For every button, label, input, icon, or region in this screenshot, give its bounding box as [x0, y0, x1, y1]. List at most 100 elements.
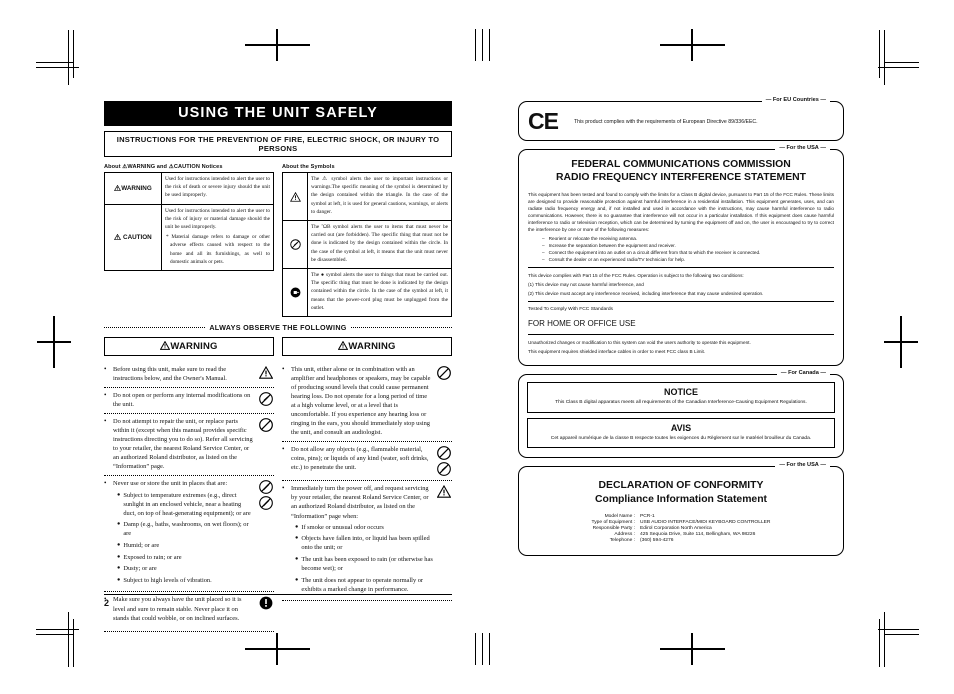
warning-triangle-icon: [437, 485, 451, 499]
list-item-icons: [258, 391, 274, 406]
eu-panel-tag: — For EU Countries —: [761, 97, 830, 103]
canada-panel-tag-text: For Canada: [788, 369, 819, 376]
sub-list-item-text: Humid; or are: [123, 542, 160, 550]
right-column: — For EU Countries — CE This product com…: [518, 97, 844, 564]
warning-triangle-icon: [259, 365, 273, 379]
sub-list-item: ● If smoke or unusual odor occurs: [295, 523, 433, 532]
sub-bullet: ●: [117, 576, 121, 583]
warning-heading-right-text: WARNING: [348, 340, 396, 352]
no-water-icon: [259, 496, 273, 511]
fcc-tested-text: Tested To Comply With FCC Standards: [528, 307, 613, 313]
list-item: • Before using this unit, make sure to r…: [104, 362, 274, 388]
crop-mark-bottom-right-h1: [884, 634, 919, 635]
fcc-panel: — For the USA — FEDERAL COMMUNICATIONS C…: [518, 145, 844, 366]
fcc-condition-1: (1) This device may not cause harmful in…: [528, 282, 644, 288]
registration-cross-bottom-h: [245, 648, 310, 650]
spine-mark-bottom-1: [475, 633, 477, 665]
ce-row: CE This product complies with the requir…: [528, 108, 834, 134]
table-row: The ὪB symbol alerts the user to items t…: [282, 220, 452, 270]
prohibited-disassemble-icon: [282, 220, 308, 270]
crop-mark-top-left-v2: [73, 30, 74, 78]
fcc-title: FEDERAL COMMUNICATIONS COMMISSION RADIO …: [528, 158, 834, 185]
list-item: • Do not allow any objects (e.g., flamma…: [282, 442, 452, 482]
list-item-icons: [258, 365, 274, 379]
sub-list-item-text: Subject to temperature extremes (e.g., d…: [123, 491, 251, 517]
registration-cross-bottomright-v: [691, 633, 693, 665]
crop-mark-bottom-left-v2: [73, 619, 74, 667]
about-notices-column: About ⚠WARNING and ⚠CAUTION Notices WARN…: [104, 164, 274, 317]
sub-bullet: ●: [117, 553, 121, 560]
warning-heading-left: WARNING: [104, 337, 274, 356]
crop-mark-bottom-right-v1: [884, 612, 885, 667]
warning-triangle-icon: [114, 233, 122, 241]
list-item: • This unit, either alone or in combinat…: [282, 362, 452, 443]
crop-mark-bottom-right-v2: [879, 619, 880, 667]
warning-list-left: • Before using this unit, make sure to r…: [104, 362, 274, 627]
list-end-divider: [104, 630, 274, 632]
list-item-text: Do not attempt to repair the unit, or re…: [113, 417, 253, 471]
list-item-icons: [436, 484, 452, 499]
warning-triangle-icon: [338, 340, 349, 352]
conformity-title-line1: DECLARATION OF CONFORMITY: [598, 480, 764, 492]
canada-notice-box: NOTICE This Class B digital apparatus me…: [527, 381, 835, 413]
eu-panel-tag-text: For EU Countries: [772, 97, 819, 103]
canada-avis-box: AVIS Cet appareil numérique de la classe…: [527, 417, 835, 449]
canada-panel-tag: — For Canada —: [776, 369, 830, 376]
fcc-unauthorized-1: Unauthorized changes or modification to …: [528, 339, 751, 345]
crop-mark-bottom-left-h1: [36, 634, 73, 635]
canada-avis-heading: AVIS: [670, 422, 692, 433]
sub-list-item: ● The unit does not appear to operate nor…: [295, 576, 433, 594]
list-bullet: •: [104, 390, 107, 399]
sub-bullet: ●: [117, 491, 121, 498]
manual-page: USING THE UNIT SAFELY INSTRUCTIONS FOR T…: [0, 0, 954, 694]
prohibited-icon: [437, 365, 451, 380]
conformity-value: 425 Sequoia Drive, Suite 114, Bellingham…: [640, 531, 756, 537]
registration-cross-bottomright-h: [660, 648, 725, 650]
list-bullet: •: [104, 479, 107, 488]
about-symbols-heading: About the Symbols: [282, 164, 335, 170]
table-row: Type of Equipment : USB AUDIO INTERFACE/…: [592, 519, 771, 525]
conformity-title: DECLARATION OF CONFORMITY Compliance Inf…: [528, 479, 834, 506]
crop-mark-bottom-left-v1: [68, 612, 69, 667]
crop-mark-top-right-h1: [884, 62, 919, 63]
symbols-table: The ⚠ symbol alerts the user to importan…: [282, 171, 452, 318]
sub-list: ● Subject to temperature extremes (e.g., …: [113, 491, 255, 585]
symbol-desc-unplug-text: The ● symbol alerts the user to things t…: [311, 272, 448, 311]
crop-mark-top-left-v1: [68, 30, 69, 85]
table-row: Address : 425 Sequoia Drive, Suite 114, …: [592, 531, 771, 537]
list-item-icons: [258, 479, 274, 511]
eu-countries-panel: — For EU Countries — CE This product com…: [518, 97, 844, 141]
warning-heading-right: WARNING: [282, 337, 452, 356]
warning-triangle-icon: [282, 171, 308, 222]
list-item-text: Consult the dealer or an experienced rad…: [548, 257, 686, 263]
list-bullet: •: [282, 445, 285, 454]
page-title: USING THE UNIT SAFELY: [104, 101, 452, 126]
sub-list-item: ● Damp (e.g., baths, washrooms, on wet fl…: [117, 520, 255, 538]
sub-list-item: ● Dusty; or are: [117, 564, 255, 573]
sub-list-item-text: Damp (e.g., baths, washrooms, on wet flo…: [123, 521, 249, 538]
sub-bullet: ●: [117, 521, 121, 528]
prohibited-icon: [437, 446, 451, 461]
instructions-bar: INSTRUCTIONS FOR THE PREVENTION OF FIRE,…: [104, 131, 452, 157]
sub-bullet: ●: [295, 523, 299, 530]
table-row: CAUTION Used for instructions intended t…: [104, 203, 274, 272]
dash-bullet: –: [542, 257, 545, 263]
spine-mark-bottom-2: [482, 633, 484, 665]
dash-bullet: –: [542, 250, 545, 255]
list-bullet: •: [282, 484, 285, 493]
sub-list-item-text: If smoke or unusual odor occurs: [301, 523, 384, 531]
no-disassemble-icon: [259, 391, 273, 406]
conformity-key: Type of Equipment :: [591, 519, 636, 525]
list-item: • Make sure you always have the unit pla…: [104, 592, 274, 626]
sub-list-item: ● Subject to temperature extremes (e.g., …: [117, 491, 255, 518]
fcc-panel-tag-text: For the USA: [786, 145, 819, 151]
list-item-icons: [436, 365, 452, 380]
sub-bullet: ●: [295, 576, 299, 583]
must-do-icon: [259, 596, 273, 610]
registration-cross-topright-v: [691, 29, 693, 61]
sub-list-item: ● Humid; or are: [117, 541, 255, 550]
fcc-home-office-use: FOR HOME OR OFFICE USE: [528, 318, 636, 328]
sub-bullet: ●: [295, 555, 299, 562]
conformity-panel: — For the USA — DECLARATION OF CONFORMIT…: [518, 462, 844, 557]
fcc-divider-2: [528, 301, 834, 303]
